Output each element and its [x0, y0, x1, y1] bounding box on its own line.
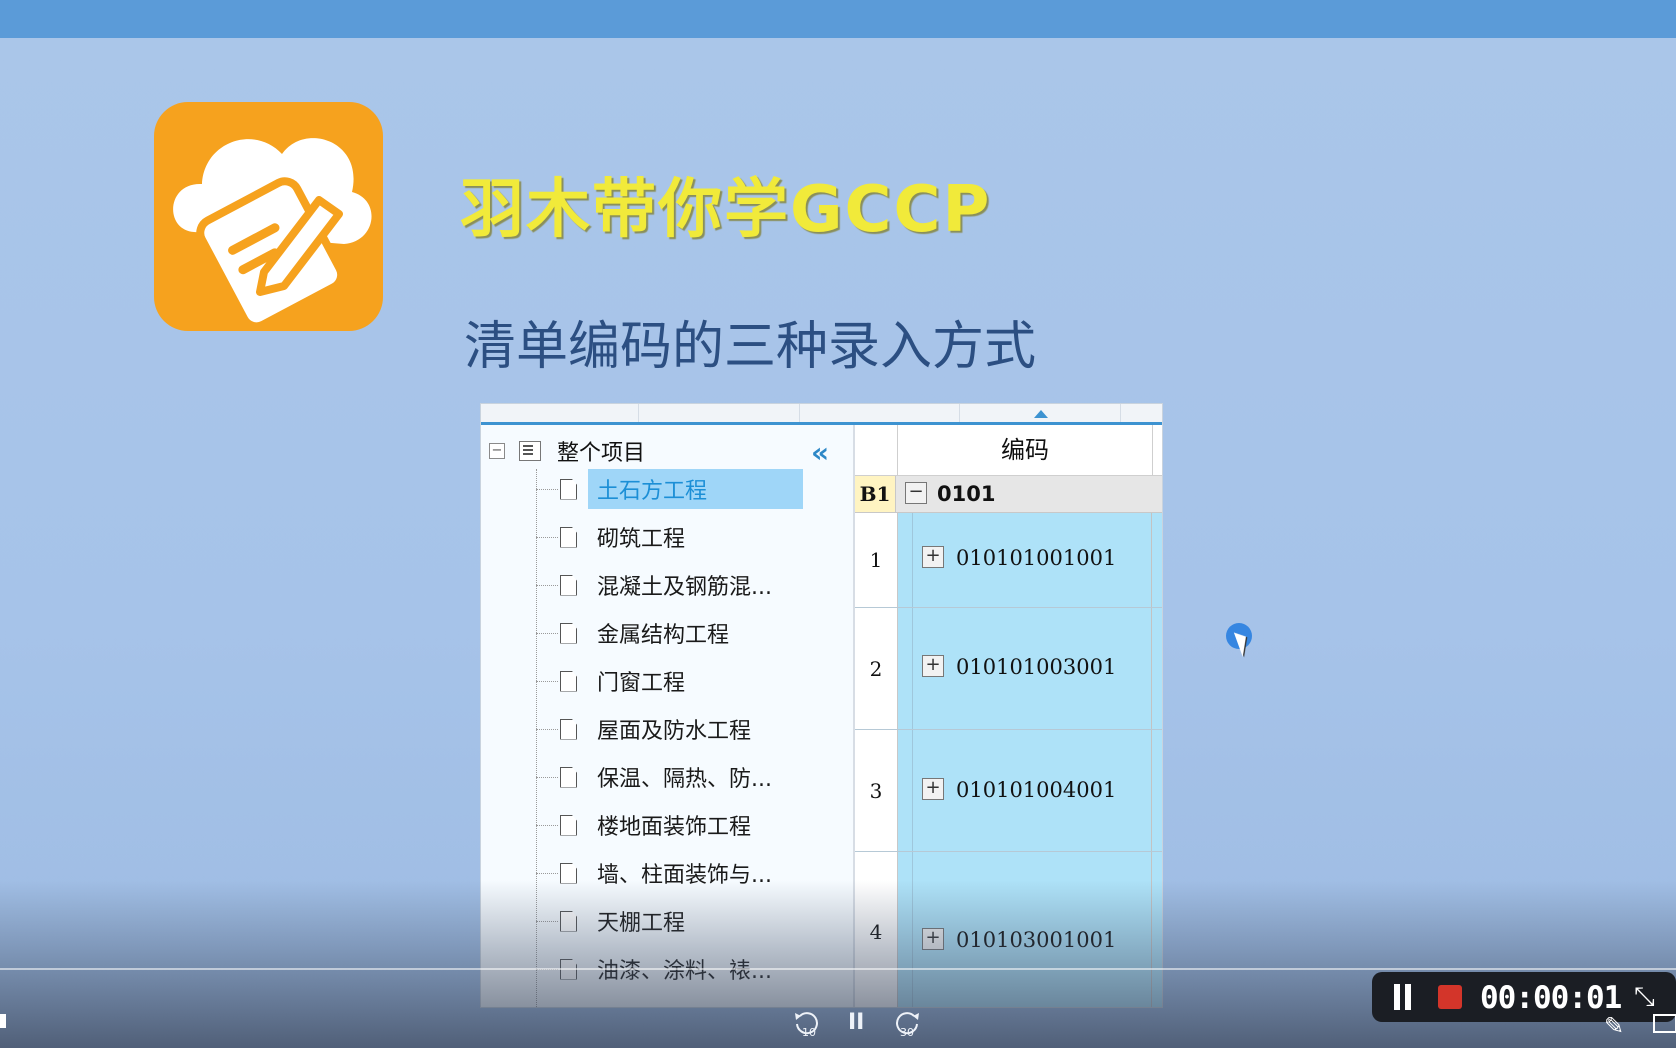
tree-root-label: 整个项目: [557, 441, 646, 466]
pen-icon[interactable]: ✎: [1604, 1012, 1624, 1040]
document-icon: [560, 814, 577, 836]
table-row[interactable]: 2 + 010101003001: [855, 608, 1162, 730]
group-code: 0101: [937, 482, 996, 506]
code-cell[interactable]: + 010101003001: [898, 608, 1152, 729]
table-row[interactable]: 4 + 010103001001: [855, 852, 1162, 1007]
document-icon: [560, 478, 577, 500]
collapse-minus-icon[interactable]: −: [489, 443, 505, 459]
play-pause-button[interactable]: II: [848, 1010, 864, 1036]
tree-item[interactable]: 屋面及防水工程: [536, 709, 846, 749]
tree-item-label: 金属结构工程: [597, 623, 730, 648]
code-value: 010101004001: [956, 778, 1117, 802]
document-icon: [560, 574, 577, 596]
app-logo: [154, 102, 383, 331]
tree-item-label: 砌筑工程: [597, 527, 686, 552]
rewind-button[interactable]: 10: [792, 1010, 822, 1043]
top-bar: [0, 0, 1676, 38]
tree-item-label: 土石方工程: [588, 469, 803, 509]
tree-item-label: 天棚工程: [597, 911, 686, 936]
row-number: 3: [855, 730, 898, 851]
tree-item[interactable]: 楼地面装饰工程: [536, 805, 846, 845]
expand-plus-icon[interactable]: +: [922, 546, 944, 568]
panel-tab-strip: [481, 404, 1162, 425]
code-value: 010101003001: [956, 655, 1117, 679]
code-cell[interactable]: + 010101001001: [898, 513, 1152, 607]
grid-header: 编码: [855, 425, 1162, 476]
pause-recording-icon[interactable]: [1394, 984, 1400, 1010]
expand-plus-icon[interactable]: +: [922, 928, 944, 950]
document-icon: [560, 718, 577, 740]
menu-icon[interactable]: [0, 1014, 6, 1028]
software-screenshot-panel: − 整个项目 « 土石方工程 砌筑工程 混凝土及钢筋混... 金属结构工程 门窗…: [480, 403, 1163, 1008]
code-value: 010101001001: [956, 546, 1117, 570]
code-cell[interactable]: + 010103001001: [898, 852, 1152, 1007]
recording-timer: 00:00:01: [1480, 980, 1622, 1016]
rewind-label: 10: [802, 1026, 816, 1039]
minimize-icon[interactable]: ⤡: [1634, 984, 1655, 1010]
tree-root[interactable]: − 整个项目: [489, 437, 646, 466]
expand-plus-icon[interactable]: +: [922, 778, 944, 800]
tab-separator: [959, 404, 960, 422]
tree-item-label: 门窗工程: [597, 671, 686, 696]
document-icon: [560, 526, 577, 548]
forward-button[interactable]: 30: [892, 1010, 922, 1043]
tree-item[interactable]: 天棚工程: [536, 901, 846, 941]
stop-recording-icon[interactable]: [1438, 985, 1462, 1009]
tree-item[interactable]: 墙、柱面装饰与...: [536, 853, 846, 893]
table-row[interactable]: 3 + 010101004001: [855, 730, 1162, 852]
slide-title: 羽木带你学GCCP: [460, 173, 992, 247]
document-icon: [560, 862, 577, 884]
tab-separator: [638, 404, 639, 422]
table-row[interactable]: 1 + 010101001001: [855, 513, 1162, 608]
tree-item-label: 屋面及防水工程: [597, 719, 752, 744]
tree-item[interactable]: 砌筑工程: [536, 517, 846, 557]
document-icon: [560, 766, 577, 788]
screen-icon[interactable]: [1653, 1014, 1676, 1033]
code-value: 010103001001: [956, 928, 1117, 952]
code-cell[interactable]: + 010101004001: [898, 730, 1152, 851]
code-grid: 编码 B1 − 0101 1 + 010101001001 2 + 010101…: [855, 425, 1162, 1007]
recording-toolbar: 00:00:01 ⤡: [1372, 972, 1676, 1022]
tree-item[interactable]: 土石方工程: [536, 469, 846, 509]
project-icon: [519, 441, 541, 461]
expand-plus-icon[interactable]: +: [922, 655, 944, 677]
group-tag: B1: [855, 476, 896, 512]
tree-item[interactable]: 混凝土及钢筋混...: [536, 565, 846, 605]
slide-subtitle: 清单编码的三种录入方式: [464, 317, 1037, 377]
tree-item-label: 混凝土及钢筋混...: [597, 575, 772, 600]
tree-item-label: 墙、柱面装饰与...: [597, 863, 772, 888]
row-number: 4: [855, 852, 898, 1007]
forward-label: 30: [900, 1026, 914, 1039]
tab-separator: [1120, 404, 1121, 422]
project-tree: − 整个项目 « 土石方工程 砌筑工程 混凝土及钢筋混... 金属结构工程 门窗…: [481, 425, 853, 1007]
collapse-minus-icon[interactable]: −: [905, 482, 927, 504]
collapse-panel-icon[interactable]: «: [811, 439, 829, 467]
progress-bar[interactable]: [0, 968, 1676, 970]
tree-item[interactable]: 门窗工程: [536, 661, 846, 701]
row-number: 2: [855, 608, 898, 729]
tree-item-label: 楼地面装饰工程: [597, 815, 752, 840]
document-icon: [560, 670, 577, 692]
column-header-code[interactable]: 编码: [897, 425, 1153, 475]
tree-item[interactable]: 金属结构工程: [536, 613, 846, 653]
group-row[interactable]: B1 − 0101: [855, 476, 1162, 513]
tab-separator: [799, 404, 800, 422]
document-icon: [560, 622, 577, 644]
tree-item-label: 保温、隔热、防...: [597, 767, 772, 792]
tree-item[interactable]: 保温、隔热、防...: [536, 757, 846, 797]
document-icon: [560, 910, 577, 932]
active-tab-indicator: [1034, 410, 1048, 418]
cloud-pen-logo-icon: [173, 138, 372, 331]
row-number: 1: [855, 513, 898, 607]
